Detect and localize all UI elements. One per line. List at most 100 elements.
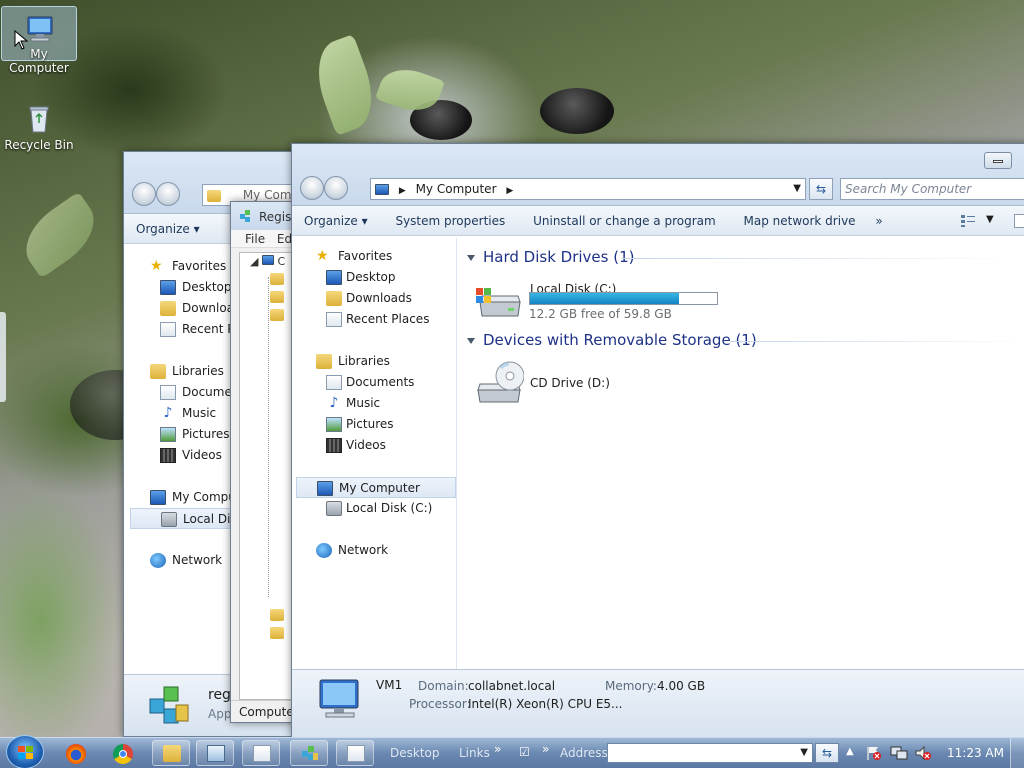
- window-app-icon: [207, 745, 225, 762]
- disk-icon: [326, 501, 342, 516]
- nav-label: Local Disk (C:): [346, 501, 433, 515]
- nav-item-documents[interactable]: Documents: [296, 372, 456, 393]
- nav-label: Recent Places: [346, 312, 430, 326]
- recent-places-icon: [326, 312, 342, 327]
- minimize-button[interactable]: [984, 152, 1012, 169]
- command-bar: Organize ▾ System properties Uninstall o…: [292, 206, 1024, 236]
- nav-label: Downloads: [346, 291, 412, 305]
- nav-label: Documents: [346, 375, 415, 389]
- nav-item-libraries[interactable]: Libraries: [296, 351, 456, 372]
- volume-muted-icon[interactable]: [914, 745, 932, 761]
- system-properties-button[interactable]: System properties: [383, 206, 517, 236]
- system-clock[interactable]: 11:23 AM: [947, 746, 1004, 760]
- regedit-icon: [239, 209, 253, 223]
- nav-label: Libraries: [172, 364, 224, 378]
- taskbar-notepad-button-2[interactable]: [336, 740, 374, 766]
- group-header-removable-storage[interactable]: Devices with Removable Storage (1): [467, 331, 757, 349]
- nav-item-local-disk[interactable]: Local Disk (C:): [296, 498, 456, 519]
- taskbar-notepad-button[interactable]: [242, 740, 280, 766]
- computer-icon: [316, 676, 364, 720]
- menu-edit[interactable]: Ed: [277, 232, 292, 246]
- tree-root[interactable]: ◢ C: [250, 255, 285, 268]
- toolbar-chevron[interactable]: »: [542, 742, 549, 756]
- desktop-icon-label: Recycle Bin: [4, 138, 74, 152]
- address-dropdown-icon[interactable]: ▼: [793, 179, 801, 199]
- show-hidden-icons-arrow[interactable]: ▲: [846, 746, 854, 757]
- nav-label: Desktop: [346, 270, 396, 284]
- taskbar-app-button[interactable]: [196, 740, 234, 766]
- go-button[interactable]: ⇆: [815, 743, 839, 763]
- back-forward-buttons[interactable]: [300, 176, 348, 200]
- action-center-flag-icon[interactable]: [866, 745, 882, 761]
- nav-item-network[interactable]: Network: [296, 540, 456, 561]
- uninstall-program-button[interactable]: Uninstall or change a program: [521, 206, 728, 236]
- view-dropdown-icon[interactable]: ▼: [986, 214, 994, 225]
- desktop-icon-recycle-bin[interactable]: Recycle Bin: [1, 98, 77, 153]
- navigation-pane: ★ Favorites Desktop Downloads Recent Plac…: [296, 238, 457, 670]
- desktop-icon: [160, 280, 176, 295]
- nav-item-favorites[interactable]: ★ Favorites: [296, 246, 456, 267]
- nav-label: Favorites: [172, 259, 227, 273]
- firefox-icon[interactable]: [66, 744, 86, 764]
- map-network-drive-button[interactable]: Map network drive: [732, 206, 868, 236]
- show-desktop-button[interactable]: [1010, 738, 1024, 768]
- organize-button[interactable]: Organize ▾: [292, 206, 380, 236]
- nav-label: Videos: [346, 438, 386, 452]
- folder-icon: [270, 273, 284, 285]
- nav-item-pictures[interactable]: Pictures: [296, 414, 456, 435]
- search-input[interactable]: Search My Computer: [840, 178, 1024, 200]
- regedit-cubes-icon: [146, 683, 192, 729]
- minimize-icon: [993, 160, 1003, 163]
- network-status-icon[interactable]: [890, 745, 908, 761]
- toolbar-desktop[interactable]: Desktop: [390, 746, 440, 760]
- computer-icon: [261, 255, 274, 265]
- organize-label: Organize: [136, 222, 190, 236]
- pictures-icon: [326, 417, 342, 432]
- breadcrumb-arrow-icon: ▶: [506, 186, 514, 196]
- search-placeholder: Search My Computer: [845, 182, 972, 196]
- organize-button[interactable]: Organize ▾: [124, 214, 212, 244]
- computer-icon: [150, 490, 166, 505]
- group-header-hard-disk-drives[interactable]: Hard Disk Drives (1): [467, 248, 634, 266]
- chrome-icon[interactable]: [113, 744, 133, 764]
- explorer-window-my-computer[interactable]: ▶ My Computer ▶ ▼ ⇆ Search My Computer O…: [291, 143, 1024, 738]
- back-forward-buttons[interactable]: [132, 182, 180, 206]
- nav-item-my-computer[interactable]: My Computer: [296, 477, 456, 498]
- preview-pane-icon[interactable]: [1014, 214, 1024, 228]
- star-icon: ★: [150, 258, 163, 274]
- disk-icon: [161, 512, 177, 527]
- nav-item-desktop[interactable]: Desktop: [296, 267, 456, 288]
- music-icon: ♪: [163, 405, 173, 421]
- nav-item-recent-places[interactable]: Recent Places: [296, 309, 456, 330]
- back-button[interactable]: [300, 176, 324, 200]
- view-options-icon[interactable]: [960, 214, 976, 228]
- group-header-label: Hard Disk Drives (1): [483, 248, 635, 266]
- videos-icon: [160, 448, 176, 463]
- forward-button[interactable]: [156, 182, 180, 206]
- nav-item-music[interactable]: ♪ Music: [296, 393, 456, 414]
- gadget-sidebar-edge[interactable]: [0, 312, 6, 402]
- back-button[interactable]: [132, 182, 156, 206]
- tree-root-label: C: [277, 255, 286, 268]
- breadcrumb-my-computer[interactable]: My Computer: [416, 182, 497, 196]
- more-commands-button[interactable]: »: [871, 206, 886, 236]
- taskbar-explorer-button[interactable]: [152, 740, 190, 766]
- drive-item-cd-drive-d[interactable]: CD Drive (D:): [474, 358, 694, 410]
- refresh-button[interactable]: ⇆: [809, 178, 833, 200]
- nav-item-videos[interactable]: Videos: [296, 435, 456, 456]
- taskbar-address-input[interactable]: ▼: [607, 743, 813, 763]
- nav-label: Network: [338, 543, 389, 557]
- address-bar[interactable]: ▶ My Computer ▶ ▼: [370, 178, 806, 200]
- network-icon: [316, 543, 332, 558]
- start-button[interactable]: [6, 735, 44, 768]
- toolbar-links[interactable]: Links: [459, 746, 490, 760]
- links-chevron[interactable]: »: [494, 742, 501, 756]
- taskbar-regedit-button[interactable]: [290, 740, 328, 766]
- checklist-icon[interactable]: ☑: [519, 745, 535, 759]
- address-dropdown-icon[interactable]: ▼: [800, 747, 808, 758]
- menu-file[interactable]: File: [245, 232, 265, 246]
- nav-label: Local Dis: [183, 512, 237, 526]
- nav-item-downloads[interactable]: Downloads: [296, 288, 456, 309]
- forward-button[interactable]: [324, 176, 348, 200]
- desktop-icon-my-computer[interactable]: My Computer: [1, 6, 77, 75]
